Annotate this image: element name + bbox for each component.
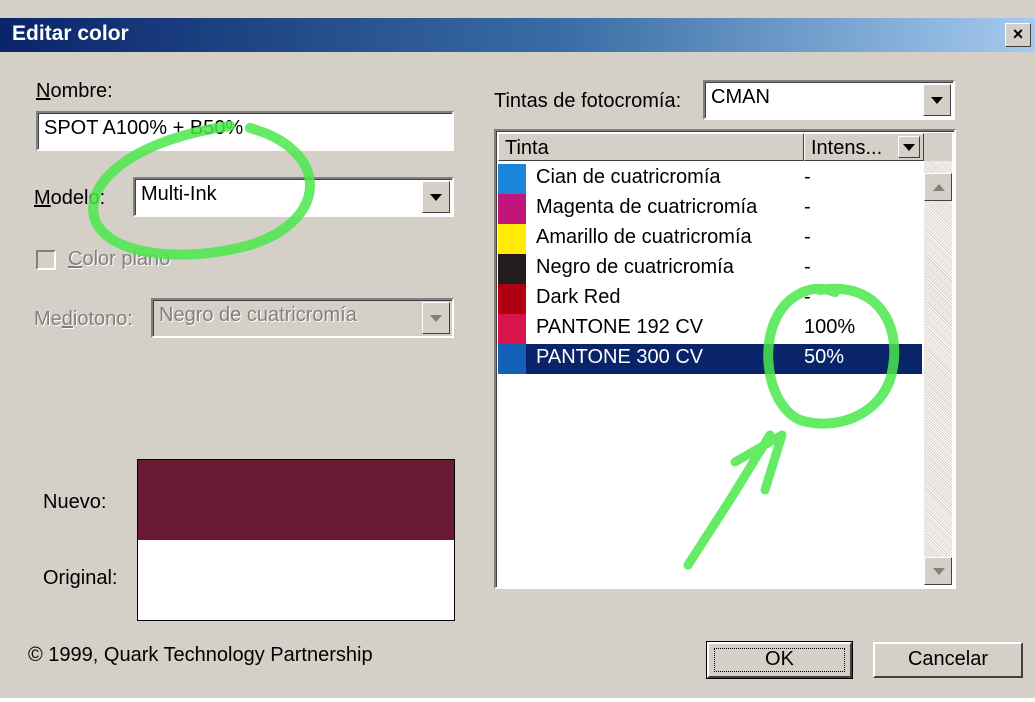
annotation-overlay (88, 121, 900, 570)
annotation-arrow (683, 430, 787, 570)
annotation-circle-intensity (763, 283, 900, 429)
annotation-circle-nombre (88, 121, 315, 260)
dialog-bottom-edge (0, 698, 1035, 702)
